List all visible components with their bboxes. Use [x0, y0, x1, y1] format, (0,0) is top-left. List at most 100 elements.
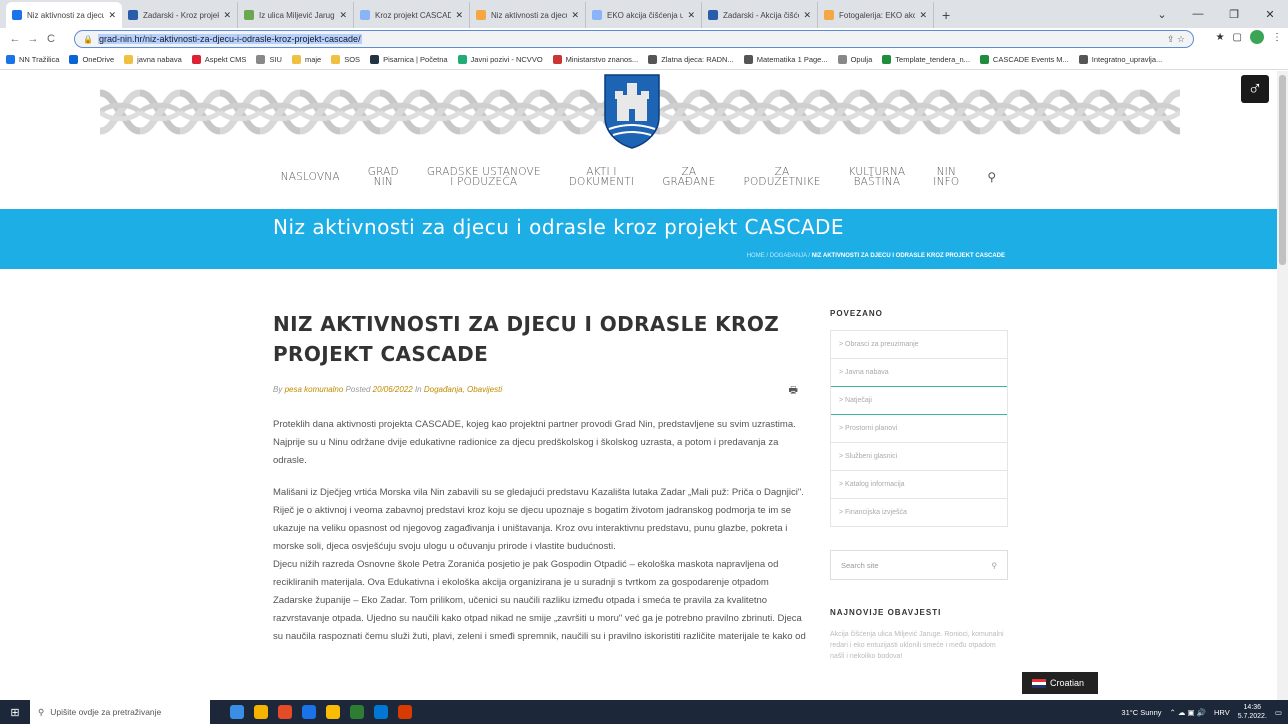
author-link[interactable]: pesa komunalno	[285, 385, 344, 394]
browser-tab[interactable]: Niz aktivnosti za djecu i od✕	[6, 2, 122, 28]
clock[interactable]: 14:36 5.7.2022.	[1238, 703, 1267, 721]
related-link[interactable]: > Natječaji	[831, 387, 1007, 415]
url-bar[interactable]: 🔒 grad-nin.hr/niz-aktivnosti-za-djecu-i-…	[74, 30, 1194, 48]
url-text[interactable]: grad-nin.hr/niz-aktivnosti-za-djecu-i-od…	[97, 34, 362, 44]
bookmark-item[interactable]: CASCADE Events M...	[979, 55, 1069, 64]
start-button[interactable]: ⊞	[0, 706, 30, 719]
tab-close-icon[interactable]: ✕	[571, 10, 579, 21]
bookmark-item[interactable]: Aspekt CMS	[191, 55, 246, 64]
taskbar-app-icon[interactable]	[350, 705, 364, 719]
related-link[interactable]: > Javna nabava	[831, 359, 1007, 387]
nav-item[interactable]: NIN INFO	[919, 167, 973, 188]
bookmark-item[interactable]: Opulja	[837, 55, 872, 64]
nav-item[interactable]: ZA PODUZETNIKE	[729, 167, 834, 188]
nav-item[interactable]: AKTI I DOKUMENTI	[555, 167, 649, 188]
close-window-button[interactable]: ✕	[1252, 8, 1288, 21]
taskbar-app-icon[interactable]	[374, 705, 388, 719]
notifications-icon[interactable]: ▭	[1275, 708, 1282, 717]
tab-close-icon[interactable]: ✕	[803, 10, 811, 21]
bookmark-item[interactable]: maje	[291, 55, 321, 64]
taskbar-search-input[interactable]: Upišite ovdje za pretraživanje	[50, 707, 161, 717]
nav-item[interactable]: KULTURNA BAŠTINA	[835, 167, 920, 188]
scrollbar-thumb[interactable]	[1279, 75, 1286, 265]
back-button[interactable]: ←	[6, 33, 24, 45]
maximize-button[interactable]: ❐	[1216, 8, 1252, 21]
profile-avatar[interactable]	[1250, 30, 1264, 44]
taskbar-app-icon[interactable]	[326, 705, 340, 719]
related-link[interactable]: > Prostorni planovi	[831, 415, 1007, 443]
bookmark-item[interactable]: Javni pozivi - NCVVO	[457, 55, 543, 64]
print-icon[interactable]: 🖶	[789, 383, 798, 400]
bookmark-favicon-icon	[370, 55, 380, 64]
tab-close-icon[interactable]: ✕	[687, 10, 695, 21]
category-links[interactable]: Događanja, Obavijesti	[424, 385, 502, 394]
bookmark-item[interactable]: Matematika 1 Page...	[743, 55, 828, 64]
browser-tab[interactable]: Zadarski - Kroz projekt 'Ca ✕	[122, 2, 238, 28]
keyboard-language[interactable]: HRV	[1214, 708, 1230, 717]
tray-icons[interactable]: ⌃ ☁ ▣ 🔊	[1170, 708, 1206, 717]
reload-button[interactable]: C	[42, 33, 60, 45]
accessibility-icon[interactable]: ♂	[1241, 75, 1269, 103]
new-tab-button[interactable]: +	[942, 2, 950, 28]
nav-item[interactable]: GRAD NIN	[354, 167, 413, 188]
nav-item[interactable]: GRADSKE USTANOVE I PODUZEĆA	[413, 167, 555, 188]
bookmark-item[interactable]: javna nabava	[124, 55, 182, 64]
minimize-button[interactable]: —	[1180, 8, 1216, 20]
nav-item[interactable]: ZA GRAĐANE	[648, 167, 729, 188]
browser-tab[interactable]: Niz aktivnosti za djecu i od✕	[470, 2, 586, 28]
bookmark-item[interactable]: Template_tendera_n...	[882, 55, 970, 64]
browser-tab[interactable]: EKO akcija čišćenja ulica M ✕	[586, 2, 702, 28]
bookmark-item[interactable]: NN Tražilica	[6, 55, 59, 64]
browser-tab[interactable]: Kroz projekt CASCADE ost ✕	[354, 2, 470, 28]
forward-button[interactable]: →	[24, 33, 42, 45]
sidepanel-icon[interactable]: ▢	[1233, 32, 1242, 43]
bookmark-item[interactable]: SIU	[256, 55, 282, 64]
related-link[interactable]: > Službeni glasnici	[831, 443, 1007, 471]
bookmark-favicon-icon	[69, 55, 79, 64]
browser-tab[interactable]: Zadarski - Akcija čišćenja ✕	[702, 2, 818, 28]
tab-close-icon[interactable]: ✕	[339, 10, 347, 21]
tab-close-icon[interactable]: ✕	[455, 10, 463, 21]
bookmark-item[interactable]: Pisarnica | Početna	[370, 55, 448, 64]
sidebar-search[interactable]: Search site ⚲	[830, 550, 1008, 580]
bookmark-item[interactable]: Zlatna djeca: RADN...	[648, 55, 734, 64]
taskbar-app-icon[interactable]	[230, 705, 244, 719]
taskbar-app-icon[interactable]	[278, 705, 292, 719]
date-link[interactable]: 20/06/2022	[373, 385, 413, 394]
tab-close-icon[interactable]: ✕	[919, 10, 927, 21]
breadcrumb-home[interactable]: HOME	[747, 253, 765, 259]
related-link[interactable]: > Obrasci za preuzimanje	[831, 331, 1007, 359]
clock-date: 5.7.2022.	[1237, 713, 1267, 720]
tab-close-icon[interactable]: ✕	[108, 10, 116, 21]
tab-close-icon[interactable]: ✕	[223, 10, 231, 21]
nav-search-icon[interactable]: ⚲	[973, 171, 1010, 183]
nav-item[interactable]: NASLOVNA	[267, 172, 354, 183]
browser-tab[interactable]: Iz ulica Miljević Jaruge sr... ✕	[238, 2, 354, 28]
weather-widget[interactable]: 31°C Sunny	[1121, 708, 1161, 717]
extensions-icon[interactable]: ★	[1216, 32, 1225, 43]
taskbar-app-icon[interactable]	[302, 705, 316, 719]
search-icon[interactable]: ⚲	[992, 561, 998, 570]
sidebar-search-input[interactable]: Search site	[841, 561, 879, 570]
taskbar-app-icon[interactable]	[254, 705, 268, 719]
tab-search-icon[interactable]: ⌄	[1144, 8, 1180, 21]
related-link[interactable]: > Katalog informacija	[831, 471, 1007, 499]
browser-menu-icon[interactable]: ⋮	[1272, 32, 1282, 43]
bookmark-item[interactable]: SOS	[331, 55, 360, 64]
tab-favicon-icon	[708, 10, 718, 20]
language-switcher[interactable]: Croatian	[1022, 672, 1098, 694]
tab-title: Kroz projekt CASCADE ost	[375, 10, 451, 20]
taskbar-app-icon[interactable]	[398, 705, 412, 719]
bookmark-item[interactable]: Integratno_upravlja...	[1078, 55, 1162, 64]
page-scrollbar[interactable]	[1277, 71, 1288, 700]
related-link[interactable]: > Financijska izvješća	[831, 499, 1007, 527]
bookmark-star-icon[interactable]: ⇪ ☆	[1167, 34, 1185, 45]
taskbar-search[interactable]: ⚲ Upišite ovdje za pretraživanje	[30, 700, 210, 724]
browser-tab[interactable]: Fotogalerija: EKO akcija či ✕	[818, 2, 934, 28]
latest-news-excerpt[interactable]: Akcija čišćenja ulica Miljević Jaruge. R…	[830, 629, 1008, 662]
tab-favicon-icon	[824, 10, 834, 20]
bookmark-item[interactable]: Ministarstvo znanos...	[552, 55, 638, 64]
breadcrumb-category[interactable]: DOGAĐANJA	[770, 253, 807, 259]
bookmark-item[interactable]: OneDrive	[69, 55, 114, 64]
bookmark-favicon-icon	[124, 55, 134, 64]
